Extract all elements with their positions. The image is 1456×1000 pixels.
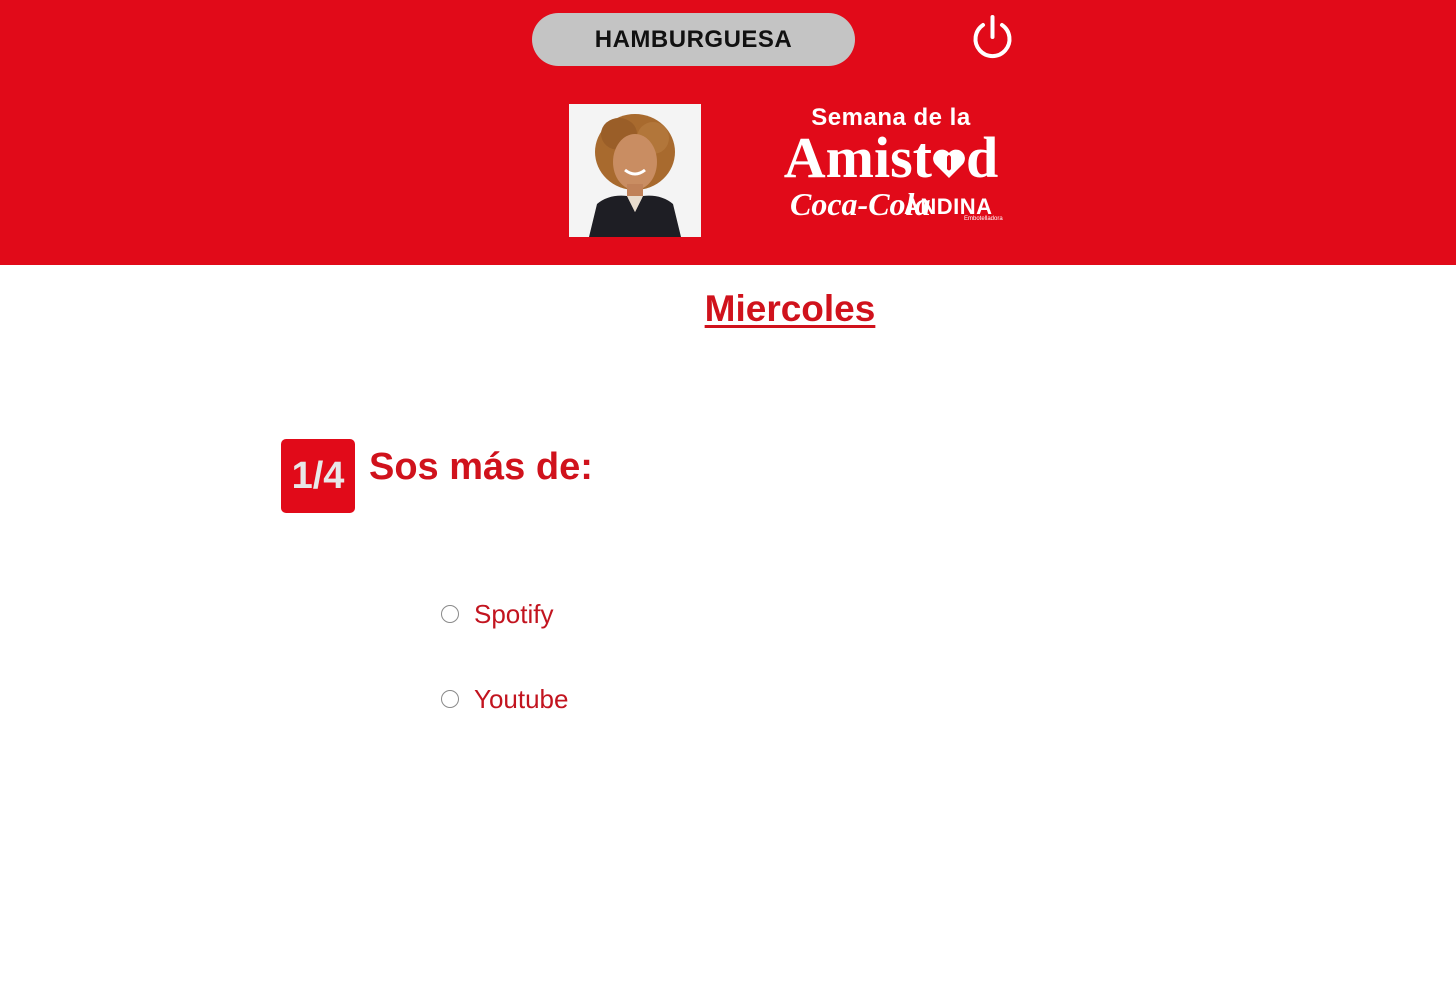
day-title: Miercoles xyxy=(704,288,876,329)
question-text: Sos más de: xyxy=(369,446,593,488)
radio-button[interactable] xyxy=(441,690,459,708)
option-label[interactable]: Spotify xyxy=(474,599,554,630)
option-label[interactable]: Youtube xyxy=(474,684,568,715)
question-number-badge: 1/4 xyxy=(281,439,355,513)
radio-button[interactable] xyxy=(441,605,459,623)
option-youtube[interactable]: Youtube xyxy=(441,684,568,714)
event-logo: Semana de la Amist d Coca-Cola ANDINA Emb… xyxy=(760,100,1022,230)
user-avatar xyxy=(569,104,701,237)
logo-line-2-text-a: Amist xyxy=(783,125,932,190)
option-spotify[interactable]: Spotify xyxy=(441,599,554,629)
logo-line-2-text-b: d xyxy=(965,125,999,190)
user-name-button[interactable]: HAMBURGUESA xyxy=(532,13,855,66)
header-bar: HAMBURGUESA Semana de la Amist d Coca-Col… xyxy=(0,0,1456,265)
logo-partner-sub: Embotelladora xyxy=(964,216,1003,222)
heart-bottle-icon xyxy=(933,149,965,178)
logo-line-2: Amist d xyxy=(760,126,1022,190)
power-icon[interactable] xyxy=(965,11,1020,66)
